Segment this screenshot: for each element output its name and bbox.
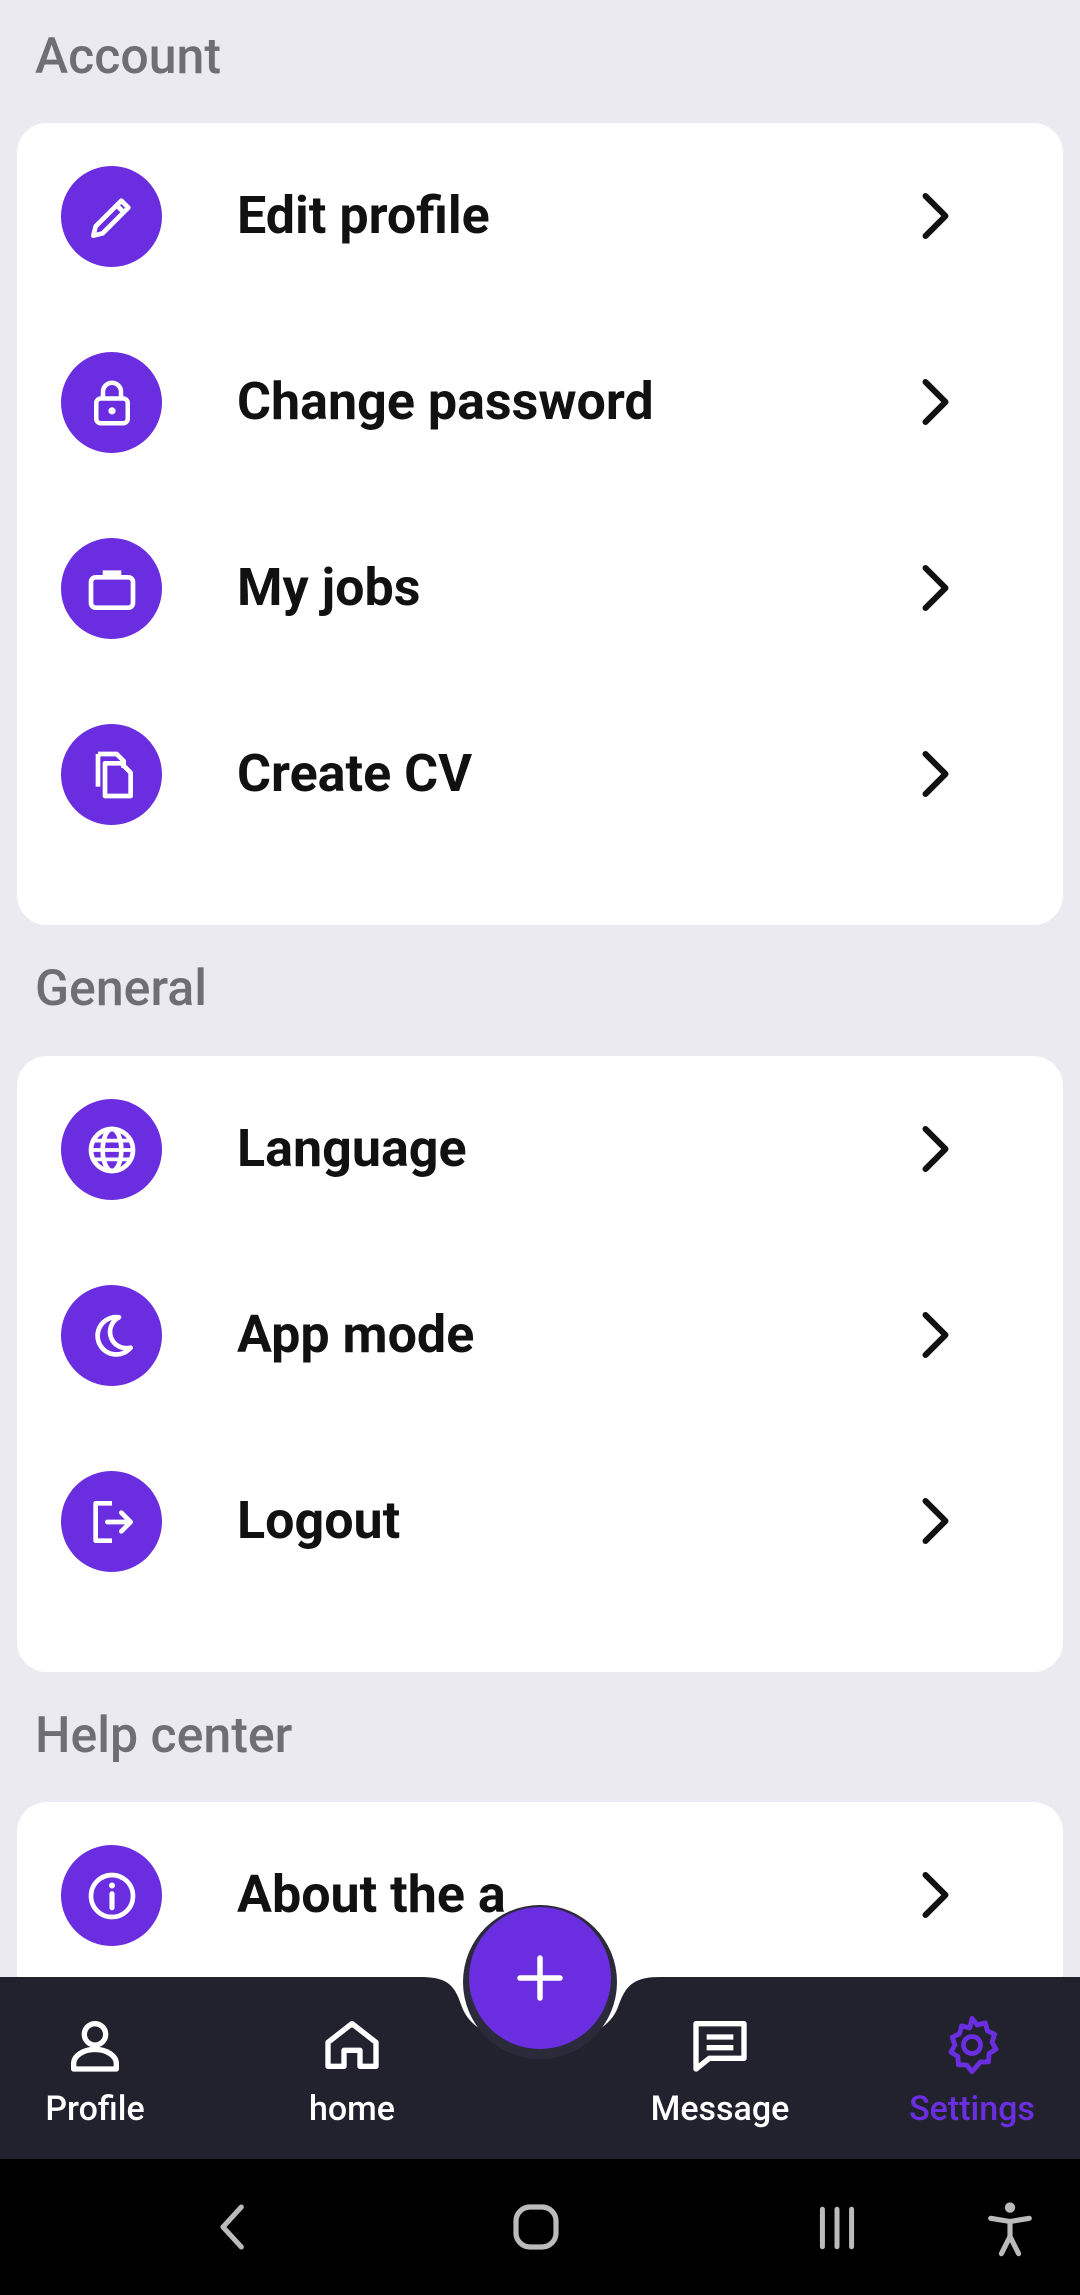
gear-icon (948, 2015, 999, 2075)
menu-item-label: My jobs (237, 557, 421, 618)
menu-item-app-mode[interactable]: App mode (17, 1242, 1063, 1428)
section-title-general: General (35, 960, 207, 1018)
chevron-right-icon (922, 1312, 949, 1358)
general-card: Language App mode Logout (17, 1056, 1063, 1672)
section-title-account: Account (35, 28, 222, 86)
chevron-right-icon (922, 1126, 949, 1172)
chevron-right-icon (922, 193, 949, 239)
menu-item-label: Create CV (237, 743, 473, 804)
back-icon[interactable] (213, 2199, 253, 2255)
menu-item-logout[interactable]: Logout (17, 1428, 1063, 1614)
chevron-right-icon (922, 565, 949, 611)
menu-item-label: App mode (237, 1304, 475, 1365)
pencil-icon (61, 166, 162, 267)
logout-icon (61, 1471, 162, 1572)
menu-item-edit-profile[interactable]: Edit profile (17, 123, 1063, 309)
globe-icon (61, 1099, 162, 1200)
info-icon (61, 1845, 162, 1946)
recent-apps-icon[interactable] (812, 2203, 862, 2253)
nav-item-home[interactable]: home (242, 1977, 462, 2159)
nav-label: home (308, 2089, 395, 2129)
copy-icon (61, 724, 162, 825)
add-button[interactable] (469, 1907, 611, 2049)
system-navigation-bar (0, 2159, 1080, 2295)
person-icon (71, 2021, 119, 2072)
nav-label: Message (650, 2089, 790, 2129)
chevron-right-icon (922, 1872, 949, 1918)
menu-item-language[interactable]: Language (17, 1056, 1063, 1242)
account-card: Edit profile Change password My jobs Cre… (17, 123, 1063, 925)
plus-icon (517, 1955, 563, 2001)
chevron-right-icon (922, 1498, 949, 1544)
nav-item-profile[interactable]: Profile (0, 1977, 205, 2159)
chevron-right-icon (922, 379, 949, 425)
message-icon (693, 2021, 747, 2072)
briefcase-icon (61, 538, 162, 639)
lock-icon (61, 352, 162, 453)
section-title-help-center: Help center (35, 1707, 293, 1765)
nav-label-active: Settings (909, 2089, 1035, 2129)
menu-item-label: Change password (237, 371, 654, 432)
menu-item-change-password[interactable]: Change password (17, 309, 1063, 495)
nav-item-message[interactable]: Message (610, 1977, 830, 2159)
menu-item-label: About the a (237, 1864, 506, 1925)
menu-item-label: Edit profile (237, 185, 490, 246)
moon-icon (61, 1285, 162, 1386)
menu-item-label: Logout (237, 1490, 401, 1551)
nav-item-settings[interactable]: Settings (862, 1977, 1080, 2159)
menu-item-label: Language (237, 1118, 467, 1179)
nav-label: Profile (45, 2089, 145, 2129)
menu-item-my-jobs[interactable]: My jobs (17, 495, 1063, 681)
menu-item-create-cv[interactable]: Create CV (17, 681, 1063, 867)
accessibility-icon[interactable] (984, 2199, 1036, 2259)
chevron-right-icon (922, 751, 949, 797)
home-button-icon[interactable] (512, 2199, 560, 2255)
home-icon (325, 2021, 379, 2069)
